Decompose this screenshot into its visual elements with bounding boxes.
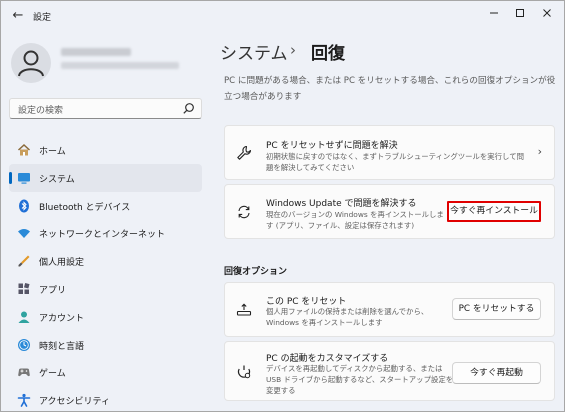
sidebar-item-accessibility[interactable]: アクセシビリティ — [9, 386, 202, 411]
sidebar-item-label: ゲーム — [39, 369, 66, 380]
advanced-startup-card: PC の起動をカスタマイズする デバイスを再起動してディスクから起動する、または… — [224, 341, 555, 401]
windows-update-title: Windows Update で問題を解決する — [266, 199, 417, 209]
sidebar-item-network[interactable]: ネットワークとインターネット — [9, 219, 202, 247]
sidebar-item-gaming[interactable]: ゲーム — [9, 358, 202, 386]
back-arrow-icon[interactable]: ← — [9, 7, 27, 25]
sidebar-item-label: 個人用設定 — [39, 258, 85, 269]
sidebar-item-label: ホーム — [39, 147, 66, 157]
page-description: PC に問題がある場合、または PC をリセットする場合、これらの回復オプション… — [224, 76, 556, 102]
chevron-right-icon: › — [537, 145, 542, 158]
user-icon — [18, 50, 44, 77]
gaming-icon — [18, 368, 30, 377]
search-placeholder: 設定の検索 — [18, 106, 64, 116]
user-email-redacted — [61, 62, 179, 69]
sync-icon — [238, 205, 250, 219]
close-icon[interactable] — [536, 5, 558, 25]
advanced-startup-icon — [237, 365, 251, 379]
app-title: 設定 — [33, 13, 52, 23]
bluetooth-icon — [19, 199, 29, 213]
restart-now-button[interactable]: 今すぐ再起動 — [452, 362, 541, 384]
page-title: 回復 — [311, 44, 345, 64]
breadcrumb-separator: › — [290, 41, 296, 59]
settings-window: ← 設定 設定の検索 ホーム システム Bluetooth とデバイス ネットワ… — [0, 0, 565, 412]
personalization-icon — [18, 255, 30, 267]
troubleshoot-subtitle: 初期状態に戻すのではなく、まずトラブルシューティングツールを実行して問題を解決し… — [266, 152, 525, 172]
maximize-icon[interactable] — [509, 5, 531, 25]
search-input[interactable]: 設定の検索 — [9, 98, 202, 119]
troubleshoot-title: PC をリセットせずに問題を解決 — [266, 141, 398, 151]
advanced-startup-subtitle: デバイスを再起動してディスクから起動する、または USB ドライブから起動するな… — [266, 364, 454, 395]
sidebar-item-label: 時刻と言語 — [39, 341, 85, 352]
reset-pc-icon — [236, 303, 252, 316]
sidebar-item-bluetooth[interactable]: Bluetooth とデバイス — [9, 192, 202, 220]
recovery-options-heading: 回復オプション — [224, 267, 288, 277]
troubleshoot-card[interactable]: PC をリセットせずに問題を解決 初期状態に戻すのではなく、まずトラブルシューテ… — [224, 125, 555, 180]
sidebar-item-home[interactable]: ホーム — [9, 136, 202, 164]
sidebar-item-label: ネットワークとインターネット — [39, 230, 166, 241]
search-icon — [183, 103, 194, 114]
avatar[interactable] — [11, 43, 51, 83]
sidebar-item-accounts[interactable]: アカウント — [9, 303, 202, 331]
sidebar-item-label: アクセシビリティ — [39, 397, 111, 408]
user-name-redacted — [61, 48, 131, 56]
breadcrumb-parent[interactable]: システム — [220, 39, 288, 64]
sidebar-item-label: アカウント — [39, 313, 85, 324]
reset-pc-button[interactable]: PC をリセットする — [452, 298, 541, 320]
sidebar-item-label: アプリ — [39, 285, 67, 296]
sidebar-nav: ホーム システム Bluetooth とデバイス ネットワークとインターネット — [9, 136, 202, 411]
wrench-icon — [237, 145, 252, 160]
reset-pc-subtitle: 個人用ファイルの保持または削除を選んでから、Windows を再インストールしま… — [266, 307, 429, 327]
accessibility-icon — [17, 394, 31, 407]
network-icon — [18, 229, 30, 239]
sidebar-item-system[interactable]: システム — [9, 163, 202, 192]
system-icon — [18, 172, 30, 184]
time-language-icon — [18, 338, 30, 351]
sidebar-item-label: システム — [39, 174, 75, 185]
title-bar: ← 設定 — [1, 1, 564, 31]
reinstall-now-button[interactable]: 今すぐ再インストール — [447, 201, 541, 222]
account-icon — [18, 311, 30, 323]
apps-icon — [18, 282, 30, 294]
sidebar-item-time-language[interactable]: 時刻と言語 — [9, 331, 202, 359]
windows-update-card: Windows Update で問題を解決する 現在のバージョンの Window… — [224, 184, 555, 239]
sidebar-item-personalization[interactable]: 個人用設定 — [9, 247, 202, 275]
minimize-icon[interactable] — [483, 5, 505, 25]
sidebar-item-apps[interactable]: アプリ — [9, 275, 202, 303]
windows-update-subtitle: 現在のバージョンの Windows を再インストールします (アプリ、ファイル、… — [266, 210, 444, 230]
sidebar-item-label: Bluetooth とデバイス — [39, 202, 131, 213]
home-icon — [17, 143, 31, 156]
reset-pc-card: この PC をリセット 個人用ファイルの保持または削除を選んでから、Window… — [224, 282, 555, 337]
